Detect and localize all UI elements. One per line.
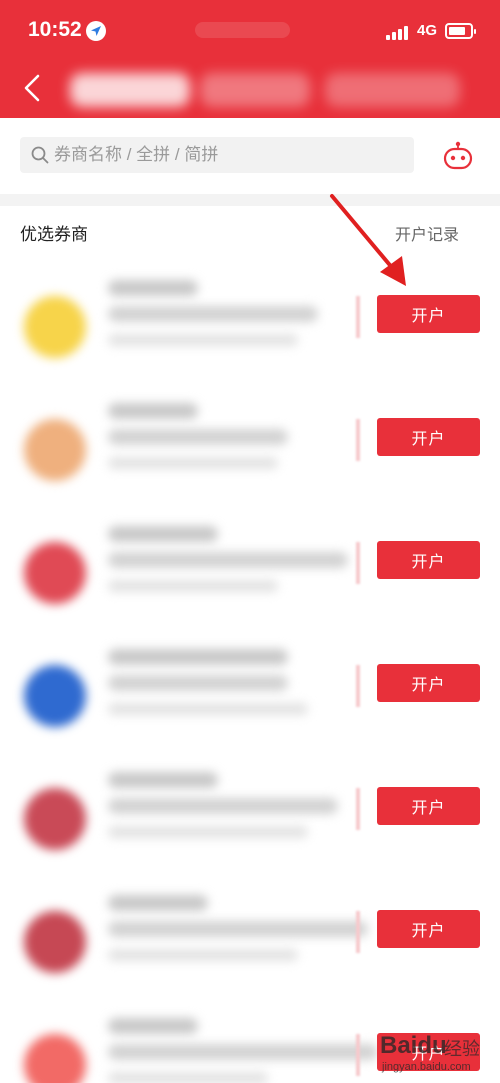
section-title: 优选券商 [20, 225, 88, 244]
broker-logo [24, 911, 86, 973]
network-type: 4G [417, 22, 438, 39]
broker-name-blurred [108, 403, 198, 419]
broker-desc-blurred [108, 1072, 268, 1083]
row-separator [356, 1034, 360, 1076]
search-box[interactable] [20, 137, 414, 173]
broker-desc-blurred [108, 429, 288, 445]
broker-desc-blurred [108, 306, 318, 322]
row-separator [356, 665, 360, 707]
broker-desc-blurred [108, 675, 288, 691]
row-separator [356, 788, 360, 830]
annotation-arrow [330, 194, 406, 286]
watermark-url: jingyan.baidu.com [382, 1061, 471, 1073]
watermark-brand: Baidu [380, 1032, 447, 1059]
cellular-signal-icon [386, 24, 412, 40]
row-separator [356, 296, 360, 338]
broker-row[interactable]: 开户 [0, 631, 500, 754]
broker-logo [24, 788, 86, 850]
status-bar: 10:52 4G [0, 0, 500, 62]
open-account-button[interactable]: 开户 [377, 295, 480, 333]
broker-logo [24, 1034, 86, 1083]
location-arrow-icon [86, 21, 106, 41]
baidu-jingyan-watermark: Baidu 经验 jingyan.baidu.com [378, 1030, 496, 1080]
broker-name-blurred [108, 280, 198, 296]
broker-desc-blurred [108, 457, 278, 469]
broker-desc-blurred [108, 949, 298, 961]
open-account-button[interactable]: 开户 [377, 418, 480, 456]
search-input[interactable] [54, 137, 404, 173]
broker-desc-blurred [108, 1044, 378, 1060]
watermark-jingyan: 经验 [444, 1039, 480, 1059]
broker-desc-blurred [108, 334, 298, 346]
back-button[interactable] [16, 70, 48, 106]
top-header: 10:52 4G [0, 0, 500, 118]
row-separator [356, 542, 360, 584]
broker-logo [24, 296, 86, 358]
open-account-button[interactable]: 开户 [377, 541, 480, 579]
open-account-button[interactable]: 开户 [377, 664, 480, 702]
broker-row[interactable]: 开户 [0, 385, 500, 508]
broker-desc-blurred [108, 798, 338, 814]
battery-icon [445, 23, 476, 39]
broker-name-blurred [108, 526, 218, 542]
broker-logo [24, 419, 86, 481]
search-icon [31, 146, 49, 164]
status-center-blur [195, 22, 290, 38]
broker-desc-blurred [108, 580, 278, 592]
broker-row[interactable]: 开户 [0, 262, 500, 385]
broker-row[interactable]: 开户 [0, 754, 500, 877]
broker-desc-blurred [108, 552, 348, 568]
broker-name-blurred [108, 772, 218, 788]
status-time: 10:52 [28, 18, 82, 41]
broker-row[interactable]: 开户 [0, 877, 500, 1000]
broker-desc-blurred [108, 826, 308, 838]
broker-logo [24, 542, 86, 604]
page-title-blurred [60, 73, 462, 107]
broker-desc-blurred [108, 703, 308, 715]
robot-assistant-icon[interactable] [440, 140, 476, 172]
broker-desc-blurred [108, 921, 368, 937]
broker-logo [24, 665, 86, 727]
broker-name-blurred [108, 895, 208, 911]
row-separator [356, 419, 360, 461]
open-account-button[interactable]: 开户 [377, 910, 480, 948]
section-divider [0, 194, 500, 206]
broker-name-blurred [108, 1018, 198, 1034]
broker-row[interactable]: 开户 [0, 508, 500, 631]
broker-name-blurred [108, 649, 288, 665]
row-separator [356, 911, 360, 953]
chevron-left-icon [24, 74, 40, 102]
open-account-button[interactable]: 开户 [377, 787, 480, 825]
